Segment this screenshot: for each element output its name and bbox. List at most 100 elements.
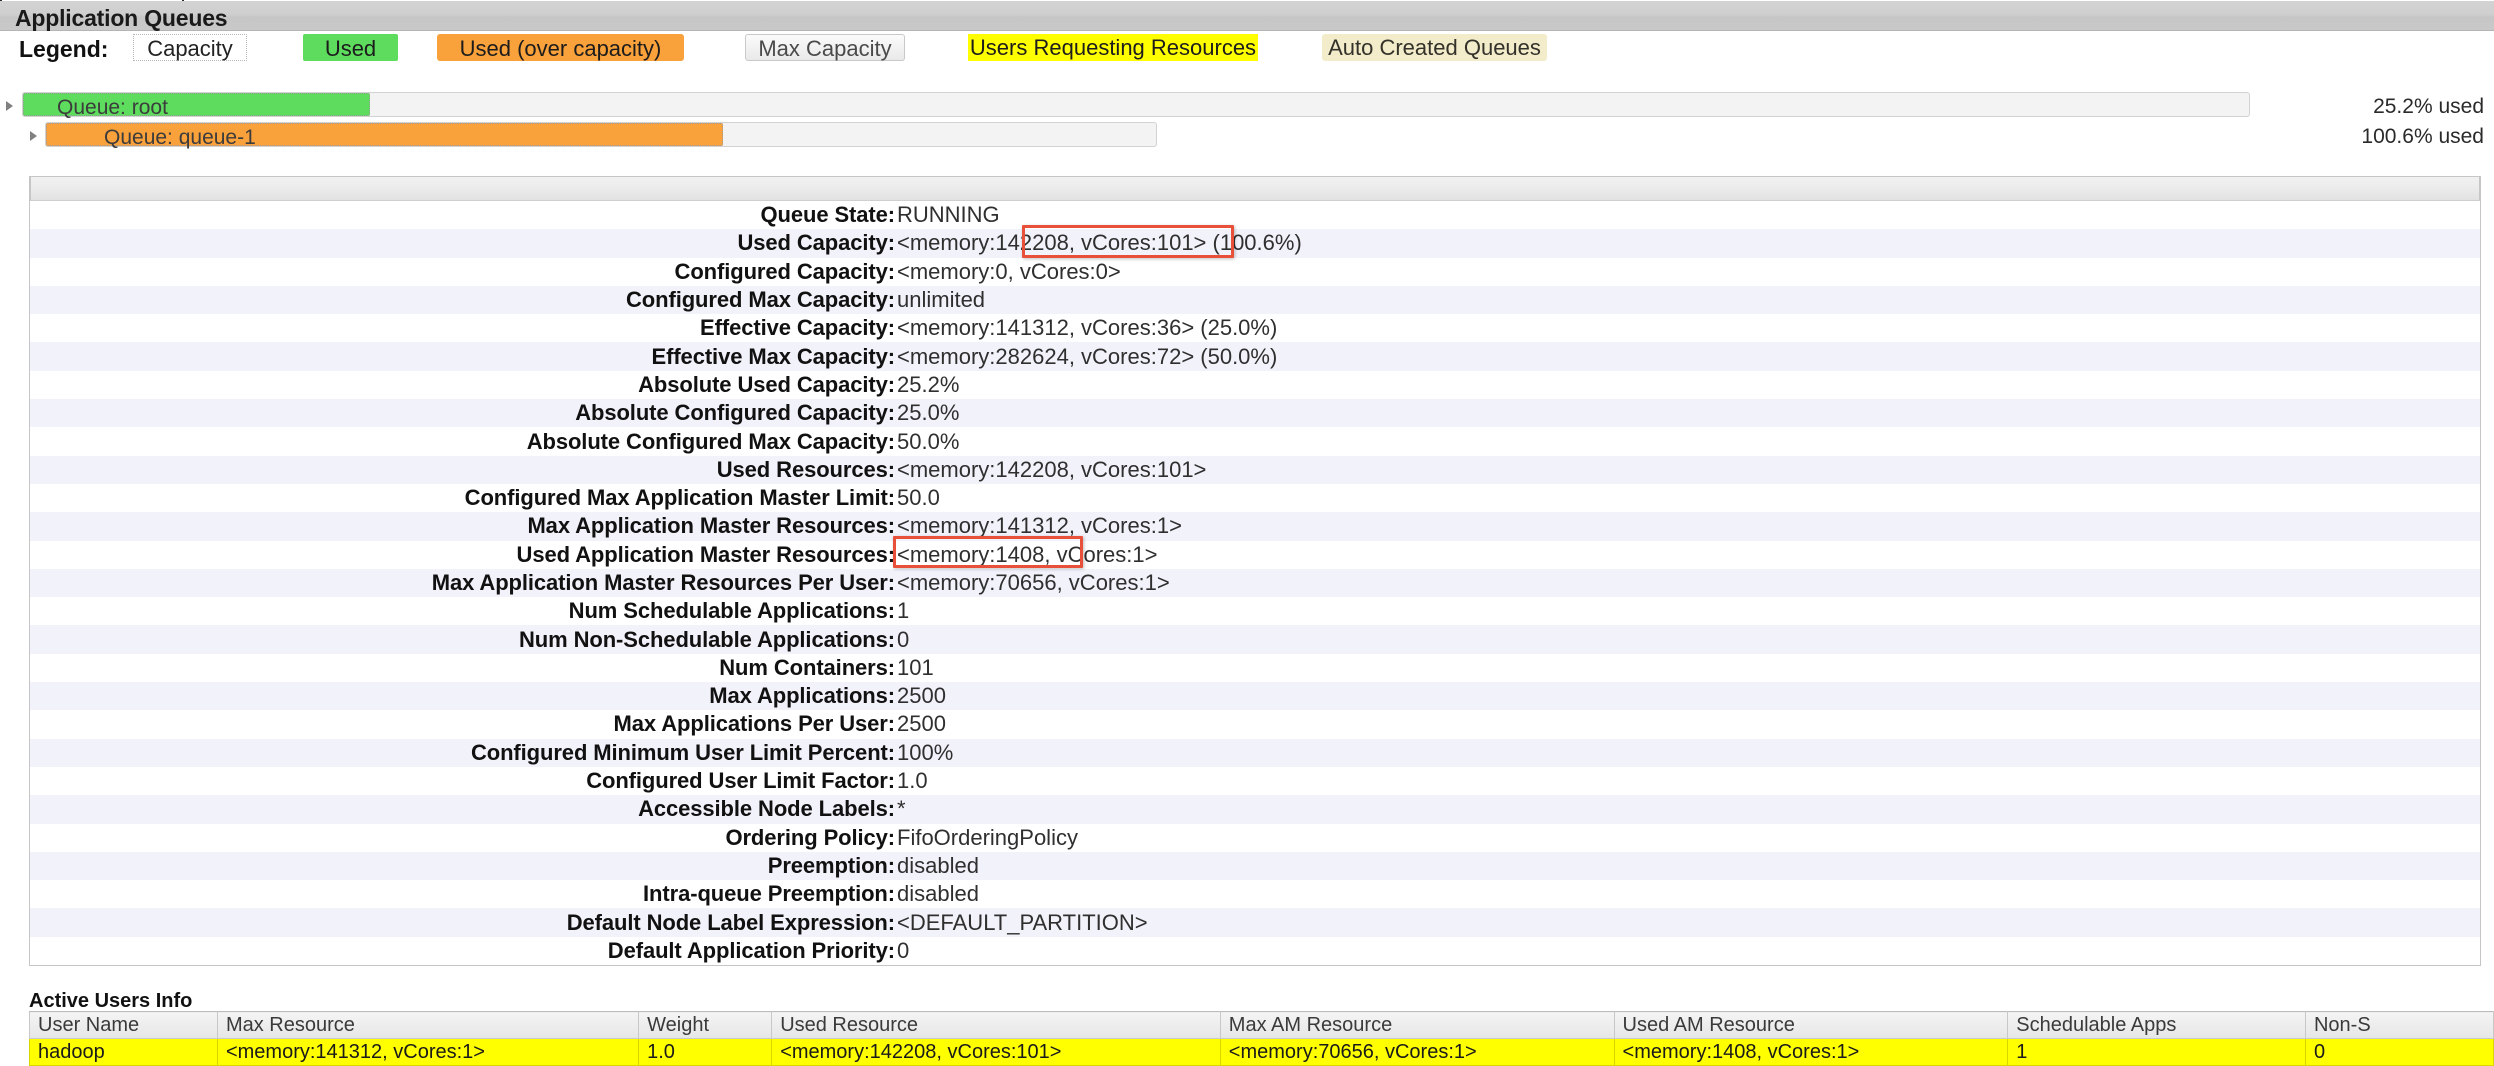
detail-row: Ordering Policy: FifoOrderingPolicy — [30, 823, 2480, 852]
detail-row-value-text: <memory:141312, vCores:36> (25.0%) — [897, 315, 1278, 341]
detail-row-value-text: 0 — [897, 626, 910, 652]
detail-row-value: 25.2% — [895, 371, 2480, 399]
active-users-title: Active Users Info — [29, 990, 193, 1012]
detail-row-key: Absolute Used Capacity: — [638, 371, 895, 397]
detail-row-key: Default Node Label Expression: — [566, 909, 895, 935]
detail-row: Max Application Master Resources Per Use… — [30, 568, 2480, 598]
active-users-column-header[interactable]: Used Resource — [771, 1011, 1221, 1039]
queue-label-queue-1[interactable]: Queue: queue-1 — [104, 126, 256, 150]
detail-row-value-text: FifoOrderingPolicy — [897, 824, 1078, 850]
active-users-table: User Name Max Resource Weight Used Resource… — [29, 1011, 2494, 1066]
detail-row-value: 25.0% — [895, 399, 2480, 427]
active-users-cell: hadoop — [29, 1038, 218, 1066]
detail-row-key: Used Resources: — [716, 456, 895, 482]
detail-row-value-text: <DEFAULT_PARTITION> — [897, 909, 1148, 935]
detail-row-key: Configured Max Capacity: — [626, 287, 895, 313]
detail-row: Max Application Master Resources: <memory… — [30, 512, 2480, 541]
detail-row: Configured Max Capacity: unlimited — [30, 285, 2480, 315]
detail-row-value-text: <memory:1408, vCores:1> — [893, 535, 1159, 569]
red-highlight-box — [1022, 225, 1234, 259]
detail-row-value: 50.0% — [895, 427, 2480, 455]
detail-row-value-text: 50.0% — [897, 428, 960, 454]
active-users-cell: <memory:1408, vCores:1> — [1613, 1038, 2009, 1066]
detail-row-value-text: unlimited — [897, 287, 986, 313]
active-users-column-header[interactable]: Max Resource — [216, 1011, 640, 1039]
detail-row-value: 101 — [895, 654, 2480, 682]
detail-row: Accessible Node Labels: * — [30, 795, 2480, 824]
detail-row-value: <DEFAULT_PARTITION> — [895, 908, 2480, 936]
detail-row-key: Preemption: — [767, 852, 895, 878]
active-users-column-header[interactable]: User Name — [29, 1011, 218, 1039]
detail-row-key: Num Non-Schedulable Applications: — [518, 626, 895, 652]
active-users-column-header[interactable]: Schedulable Apps — [2007, 1011, 2306, 1039]
detail-row-key: Default Application Priority: — [607, 937, 895, 963]
queue-label-root[interactable]: Queue: root — [57, 96, 168, 120]
queue-capacity-track-root: Queue: root — [22, 92, 2250, 120]
detail-row-key: Configured Minimum User Limit Percent: — [470, 739, 895, 765]
legend-label: Legend: — [19, 36, 109, 62]
detail-row-key: Effective Max Capacity: — [651, 343, 896, 369]
legend-chip-capacity: Capacity — [133, 34, 247, 61]
detail-row-value-text: <memory:0, vCores:0> — [897, 258, 1121, 284]
legend-chip-used: Used — [303, 34, 398, 61]
detail-row-key: Used Capacity: — [737, 230, 895, 256]
legend-chip-auto-created-queues: Auto Created Queues — [1322, 34, 1547, 61]
expand-collapse-caret-icon[interactable] — [6, 101, 13, 111]
queue-tree: Queue: root 25.2% used Queue: queue-1 10… — [0, 85, 2494, 155]
detail-row-value: 0 — [895, 625, 2480, 653]
detail-row: Used Resources: <memory:142208, vCores:10… — [30, 455, 2480, 484]
detail-row: Default Application Priority: 0 — [30, 936, 2480, 966]
detail-row-key: Max Application Master Resources: — [527, 513, 895, 539]
detail-row-value-text: 2500 — [897, 683, 946, 709]
active-users-cell: 1.0 — [638, 1038, 773, 1066]
active-users-column-header[interactable]: Non-S — [2304, 1011, 2494, 1039]
detail-row-value-text: 2500 — [897, 711, 946, 737]
active-users-column-header[interactable]: Max AM Resource — [1219, 1011, 1615, 1039]
detail-row-value-text: <memory:142208, vCores:101> — [897, 456, 1207, 482]
detail-row-key: Configured Capacity: — [674, 258, 896, 284]
detail-row-value-text: disabled — [897, 852, 979, 878]
active-users-column-header[interactable]: Used AM Resource — [1613, 1011, 2009, 1039]
detail-row-value: unlimited — [895, 286, 2480, 314]
detail-row-key: Used Application Master Resources: — [516, 541, 896, 567]
detail-row-value-text: <memory:141312, vCores:1> — [897, 513, 1182, 539]
legend-chip-max-capacity: Max Capacity — [745, 34, 905, 61]
detail-row: Absolute Configured Capacity: 25.0% — [30, 399, 2480, 428]
detail-row-value-text: <memory:142208, vCores:101> (100.6%) — [895, 225, 1304, 259]
detail-row-key: Absolute Configured Max Capacity: — [526, 428, 895, 454]
detail-row-key: Ordering Policy: — [725, 824, 895, 850]
expand-collapse-caret-icon[interactable] — [30, 131, 37, 141]
queue-detail-header-strip — [30, 176, 2480, 201]
queue-capacity-track-queue-1: Queue: queue-1 — [45, 122, 1157, 150]
detail-row-value: disabled — [895, 852, 2480, 880]
detail-row: Max Applications Per User: 2500 — [30, 710, 2480, 739]
detail-row: Effective Capacity: <memory:141312, vCore… — [30, 314, 2480, 343]
detail-row-key: Queue State: — [760, 202, 896, 228]
detail-row: Num Containers: 101 — [30, 653, 2480, 683]
queue-row-root[interactable]: Queue: root 25.2% used — [0, 92, 2494, 120]
detail-row-key: Intra-queue Preemption: — [643, 881, 895, 907]
detail-row-value: RUNNING — [895, 201, 2480, 229]
detail-row: Absolute Used Capacity: 25.2% — [30, 370, 2480, 400]
detail-row-key: Configured User Limit Factor: — [586, 768, 895, 794]
active-users-header-row: User Name Max Resource Weight Used Resource… — [29, 1011, 2494, 1039]
page-title: Application Queues — [15, 5, 228, 31]
active-users-row: hadoop <memory:141312, vCores:1> 1.0 <memor… — [29, 1038, 2494, 1066]
detail-row-value: <memory:141312, vCores:1> — [895, 512, 2480, 540]
detail-row-key: Num Containers: — [719, 654, 895, 680]
queue-used-percent-queue-1: 100.6% used — [2361, 125, 2484, 148]
active-users-cell: 1 — [2007, 1038, 2306, 1066]
detail-row-value-text: <memory:70656, vCores:1> — [897, 570, 1170, 595]
active-users-column-header[interactable]: Weight — [638, 1011, 773, 1039]
page-title-bar: Application Queues — [0, 1, 2494, 31]
detail-row: Used Capacity: <memory:142208, vCores:101… — [30, 225, 2480, 259]
detail-row-key: Num Schedulable Applications: — [568, 598, 895, 624]
active-users-cell: 0 — [2304, 1038, 2494, 1066]
detail-row-value: <memory:142208, vCores:101> (100.6%) — [895, 225, 2480, 259]
detail-row-key: Configured Max Application Master Limit: — [464, 485, 895, 511]
detail-row: Effective Max Capacity: <memory:282624, v… — [30, 342, 2480, 371]
queue-row-queue-1[interactable]: Queue: queue-1 100.6% used — [0, 122, 2494, 150]
detail-row-value: <memory:1408, vCores:1> — [893, 535, 2480, 569]
detail-row-value-text: * — [897, 796, 906, 822]
detail-row-value: 2500 — [895, 682, 2480, 710]
